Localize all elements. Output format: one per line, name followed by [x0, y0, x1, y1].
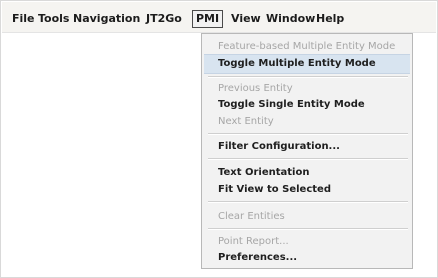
pmi-dropdown-menu: Feature-based Multiple Entity Mode Toggl…	[201, 33, 413, 269]
menu-item-filter-configuration[interactable]: Filter Configuration...	[218, 140, 340, 153]
application-window: File Tools Navigation JT2Go PMI View Win…	[0, 0, 438, 278]
menu-item-preferences[interactable]: Preferences...	[218, 251, 297, 264]
menu-item-point-report[interactable]: Point Report...	[218, 235, 289, 248]
menu-separator	[208, 133, 408, 135]
menu-file[interactable]: File	[12, 12, 35, 26]
menu-item-clear-entities[interactable]: Clear Entities	[218, 210, 285, 223]
menu-tools[interactable]: Tools	[38, 12, 69, 26]
menu-item-toggle-multiple-entity-mode[interactable]: Toggle Multiple Entity Mode	[218, 57, 376, 70]
menu-item-previous-entity[interactable]: Previous Entity	[218, 82, 293, 95]
menu-item-text-orientation[interactable]: Text Orientation	[218, 166, 309, 179]
menu-item-next-entity[interactable]: Next Entity	[218, 115, 274, 128]
menu-item-feature-based-multiple-entity-mode[interactable]: Feature-based Multiple Entity Mode	[218, 40, 395, 53]
menu-navigation[interactable]: Navigation	[73, 12, 140, 26]
menu-pmi[interactable]: PMI	[192, 10, 224, 28]
menu-separator	[208, 201, 408, 203]
menu-separator	[208, 76, 408, 78]
menu-view[interactable]: View	[231, 12, 261, 26]
menu-item-toggle-single-entity-mode[interactable]: Toggle Single Entity Mode	[218, 98, 365, 111]
menu-separator	[208, 228, 408, 230]
menu-item-fit-view-to-selected[interactable]: Fit View to Selected	[218, 183, 331, 196]
menu-window[interactable]: Window	[266, 12, 315, 26]
menu-jt2go[interactable]: JT2Go	[146, 12, 182, 26]
menu-bar: File Tools Navigation JT2Go PMI View Win…	[2, 2, 436, 33]
menu-separator	[208, 158, 408, 160]
menu-help[interactable]: Help	[316, 12, 344, 26]
